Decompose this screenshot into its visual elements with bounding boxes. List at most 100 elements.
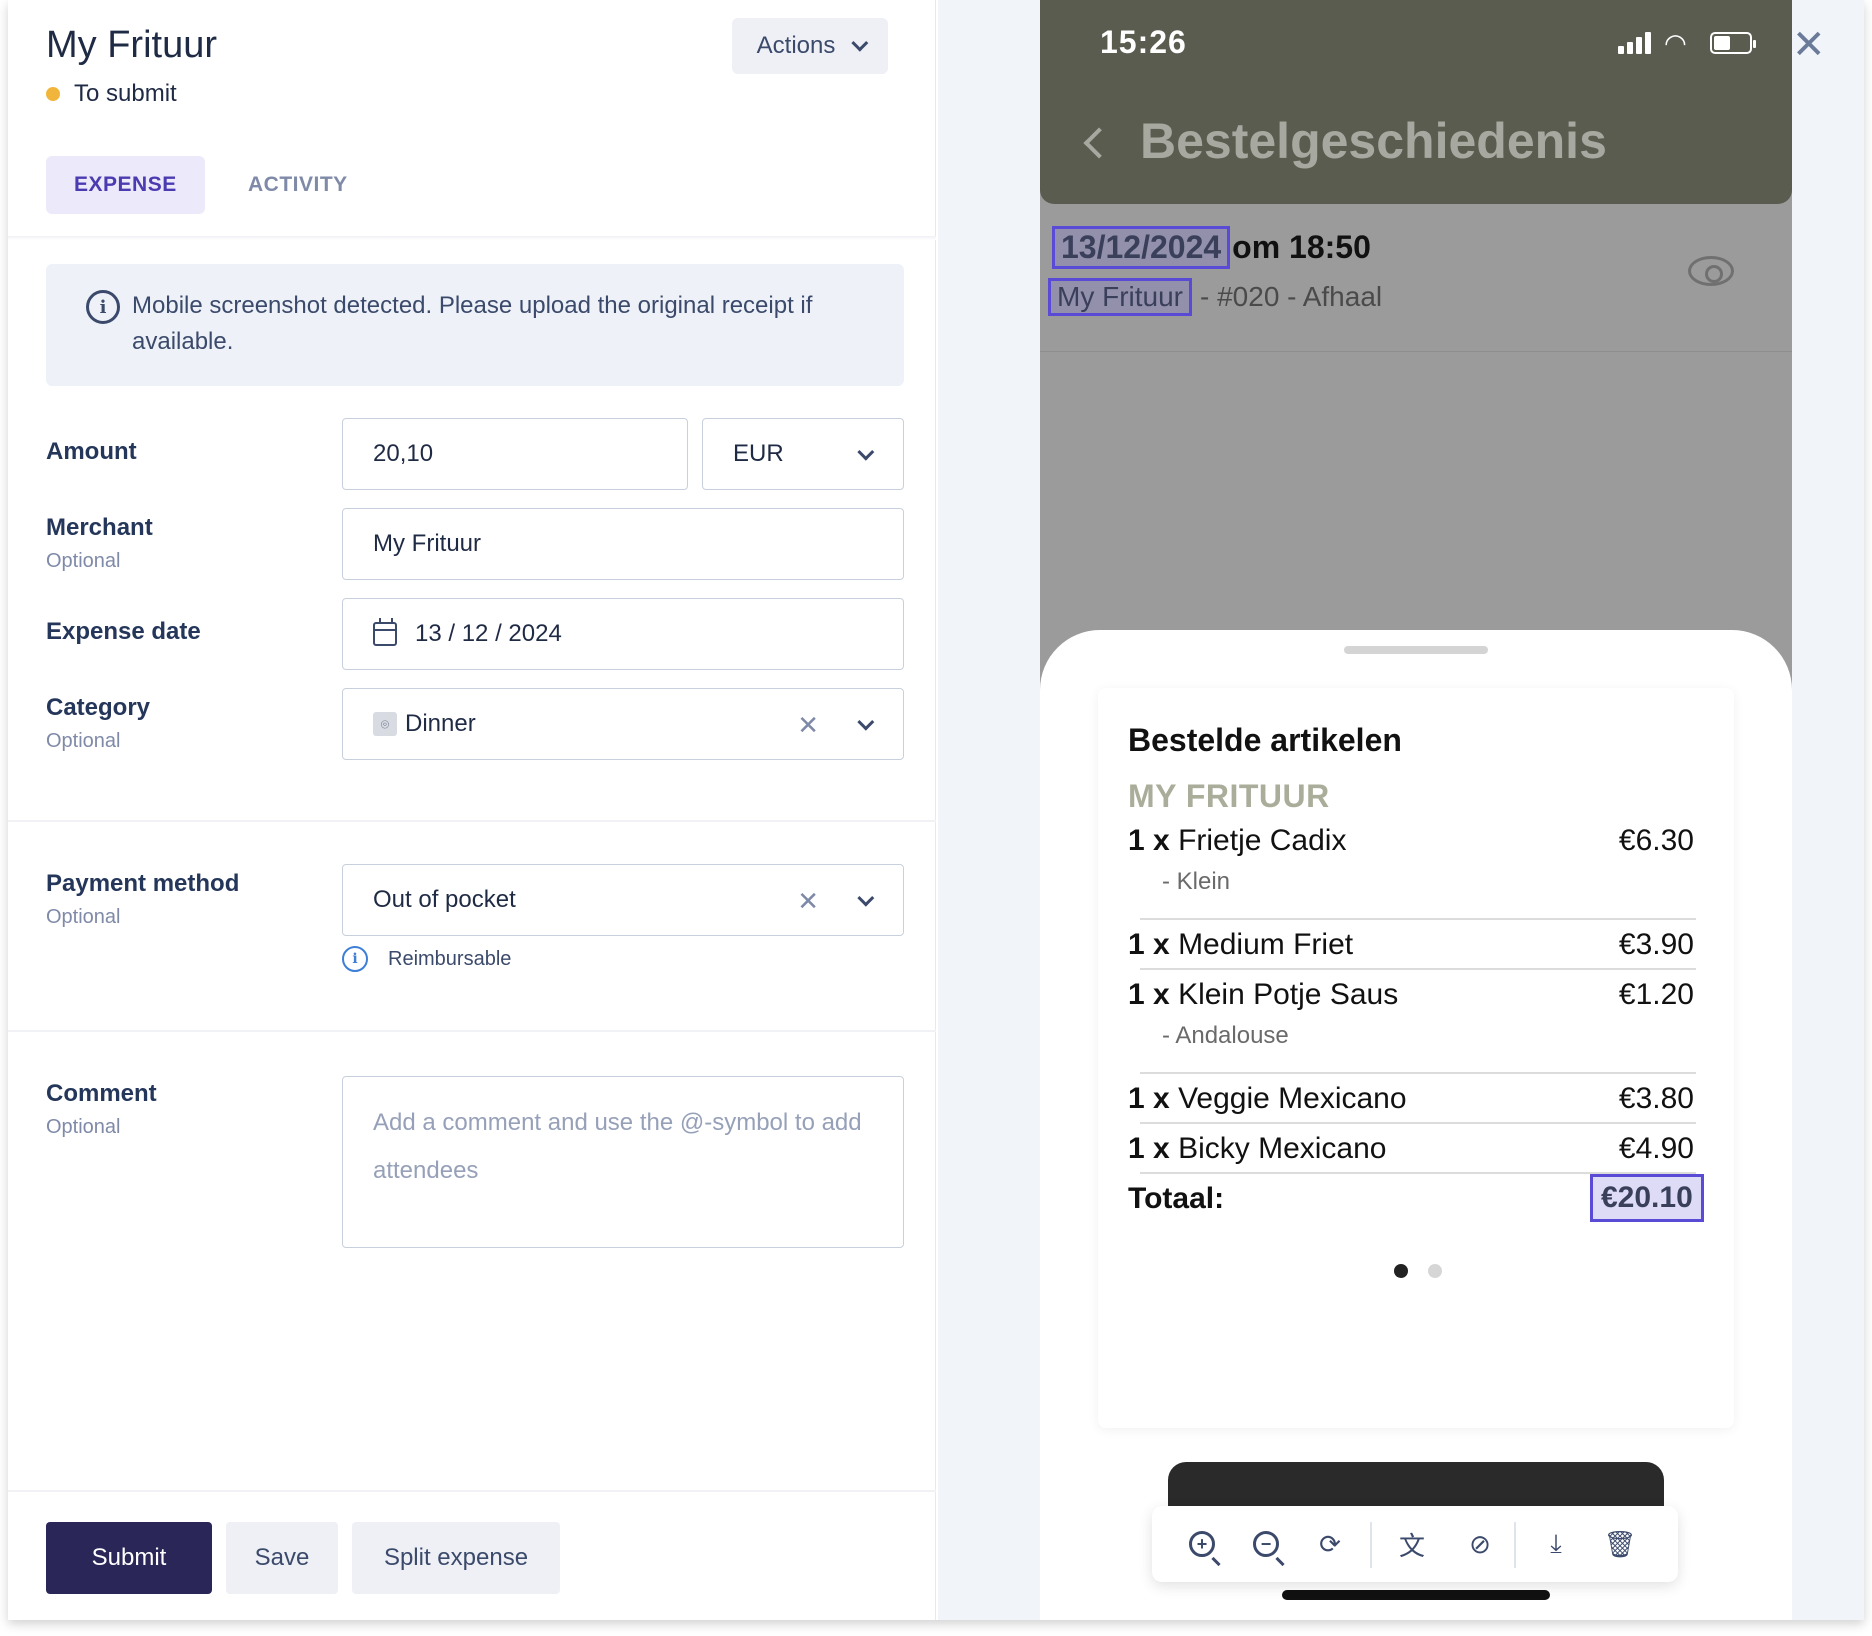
hide-icon[interactable]: ⊘	[1462, 1526, 1498, 1562]
status-dot-icon	[46, 87, 60, 101]
status-badge: To submit	[46, 80, 177, 108]
page-title: My Frituur	[46, 24, 217, 66]
category-value: Dinner	[405, 710, 476, 737]
item-price: €6.30	[1618, 824, 1694, 857]
merchant-input[interactable]: My Frituur	[342, 508, 904, 580]
category-optional: Optional	[46, 730, 121, 752]
section-divider	[8, 820, 936, 822]
calendar-icon	[373, 618, 397, 646]
zoom-in-icon[interactable]: +	[1184, 1526, 1220, 1562]
expense-date-input[interactable]: 13 / 12 / 2024	[342, 598, 904, 670]
item-price: €1.20	[1618, 978, 1694, 1011]
currency-value: EUR	[733, 440, 784, 467]
list-item: 1 x Medium Friet €3.90	[1128, 928, 1694, 962]
screenshot-notice: i Mobile screenshot detected. Please upl…	[46, 264, 904, 386]
card-title: Bestelde artikelen	[1128, 722, 1402, 758]
chevron-down-icon	[857, 443, 875, 461]
download-icon[interactable]: ⤓	[1538, 1526, 1574, 1562]
receipt-viewer: ✕ 15:26 ◠ Bestelgeschiedenis 13/12/2024 …	[938, 0, 1864, 1620]
tab-activity[interactable]: ACTIVITY	[220, 156, 376, 214]
phone-header: 15:26 ◠ Bestelgeschiedenis	[1040, 0, 1792, 204]
item-qty: 1 x	[1128, 824, 1170, 857]
item-qty: 1 x	[1128, 978, 1170, 1011]
sheet-grabber	[1344, 646, 1488, 654]
viewer-toolbar: + − ⟳ 文 ⊘ ⤓ 🗑	[1152, 1506, 1678, 1582]
chevron-down-icon	[851, 34, 869, 52]
list-item: 1 x Klein Potje Saus €1.20	[1128, 978, 1694, 1012]
eye-icon	[1688, 256, 1734, 286]
list-item: 1 x Frietje Cadix €6.30	[1128, 824, 1694, 858]
comment-optional: Optional	[46, 1116, 121, 1138]
wifi-icon: ◠	[1664, 28, 1687, 58]
actions-button[interactable]: Actions	[732, 18, 888, 74]
currency-select[interactable]: EUR	[702, 418, 904, 490]
expense-date-value: 13 / 12 / 2024	[415, 620, 562, 647]
carousel-dots	[1394, 1264, 1462, 1278]
trash-icon[interactable]: 🗑	[1602, 1526, 1638, 1562]
plate-icon: ⌾	[373, 712, 397, 736]
item-price: €3.90	[1618, 928, 1694, 961]
tab-expense[interactable]: EXPENSE	[46, 156, 205, 214]
item-price: €3.80	[1618, 1082, 1694, 1115]
item-qty: 1 x	[1128, 1082, 1170, 1115]
notice-text: Mobile screenshot detected. Please uploa…	[132, 292, 813, 355]
status-text: To submit	[74, 80, 177, 107]
divider	[1140, 1072, 1696, 1074]
back-chevron-icon	[1083, 127, 1115, 159]
toolbar-separator	[1514, 1522, 1516, 1568]
item-qty: 1 x	[1128, 928, 1170, 961]
translate-icon[interactable]: 文	[1394, 1526, 1430, 1562]
divider	[1140, 1122, 1696, 1124]
payment-method-value: Out of pocket	[373, 886, 516, 913]
merchant-optional: Optional	[46, 550, 121, 572]
close-icon[interactable]: ✕	[1792, 22, 1826, 68]
battery-icon	[1710, 32, 1756, 54]
amount-input[interactable]: 20,10	[342, 418, 688, 490]
actions-label: Actions	[756, 32, 836, 59]
order-merchant: My Frituur - #020 - Afhaal	[1048, 278, 1382, 316]
chevron-down-icon	[857, 889, 875, 907]
amount-value: 20,10	[373, 440, 434, 467]
receipt-image: 15:26 ◠ Bestelgeschiedenis 13/12/2024 om…	[1040, 0, 1792, 1620]
info-icon: i	[86, 290, 120, 324]
item-name: Veggie Mexicano	[1178, 1082, 1407, 1115]
comment-textarea[interactable]: Add a comment and use the @-symbol to ad…	[342, 1076, 904, 1248]
category-select[interactable]: ⌾ Dinner ✕	[342, 688, 904, 760]
clear-icon[interactable]: ✕	[797, 886, 819, 917]
signal-icon	[1618, 30, 1654, 54]
submit-button[interactable]: Submit	[46, 1522, 212, 1594]
expense-panel: My Frituur To submit Actions EXPENSE ACT…	[8, 0, 936, 1620]
reimbursable-hint: i Reimbursable	[342, 946, 511, 972]
section-divider	[8, 1030, 936, 1032]
tab-divider	[8, 236, 936, 240]
list-item: 1 x Bicky Mexicano €4.90	[1128, 1132, 1694, 1166]
chevron-down-icon	[857, 713, 875, 731]
reimbursable-text: Reimbursable	[388, 947, 512, 970]
order-time: om 18:50	[1232, 229, 1371, 265]
item-name: Klein Potje Saus	[1178, 978, 1399, 1011]
item-price: €4.90	[1618, 1132, 1694, 1165]
order-date-highlight: 13/12/2024	[1052, 226, 1231, 269]
rotate-icon[interactable]: ⟳	[1312, 1526, 1348, 1562]
total-value-highlight: €20.10	[1590, 1174, 1704, 1222]
clear-icon[interactable]: ✕	[797, 710, 819, 741]
item-qty: 1 x	[1128, 1132, 1170, 1165]
save-button[interactable]: Save	[226, 1522, 338, 1594]
item-name: Bicky Mexicano	[1178, 1132, 1387, 1165]
item-name: Medium Friet	[1178, 928, 1354, 961]
carousel-dot	[1428, 1264, 1442, 1278]
merchant-value: My Frituur	[373, 530, 481, 557]
comment-label: Comment	[46, 1080, 157, 1107]
receipt-card: Bestelde artikelen MY FRITUUR 1 x Frietj…	[1098, 688, 1734, 1428]
list-item: 1 x Veggie Mexicano €3.80	[1128, 1082, 1694, 1116]
order-merchant-highlight: My Frituur	[1048, 278, 1192, 316]
split-expense-button[interactable]: Split expense	[352, 1522, 560, 1594]
zoom-out-icon[interactable]: −	[1248, 1526, 1284, 1562]
payment-method-select[interactable]: Out of pocket ✕	[342, 864, 904, 936]
order-number: - #020 - Afhaal	[1200, 281, 1383, 312]
expense-date-label: Expense date	[46, 618, 201, 645]
toolbar-separator	[1370, 1522, 1372, 1568]
category-label: Category	[46, 694, 151, 721]
info-icon: i	[342, 946, 368, 972]
carousel-dot-active	[1394, 1264, 1408, 1278]
